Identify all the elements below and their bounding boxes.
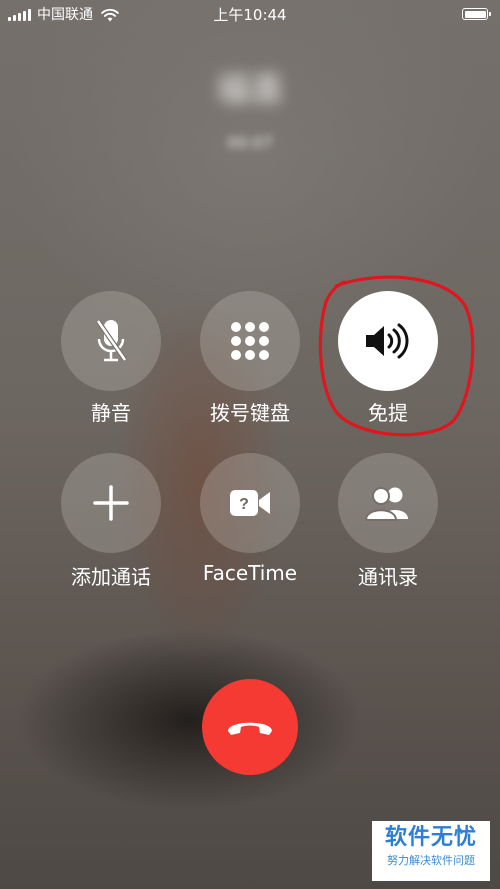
call-duration: 00:07 (226, 133, 274, 152)
watermark-title: 软件无忧 (384, 825, 477, 850)
keypad-button[interactable] (200, 291, 300, 391)
phone-hangup-icon (228, 722, 272, 735)
keypad-label: 拨号键盘 (210, 401, 290, 425)
status-time: 上午10:44 (213, 6, 287, 24)
svg-text:?: ? (239, 496, 249, 513)
speaker-button[interactable] (338, 291, 438, 391)
keypad-icon (231, 322, 269, 360)
facetime-label: FaceTime (202, 561, 298, 585)
battery-fill (464, 10, 486, 18)
watermark-logo: 软件无忧 努力解决软件问题 (372, 821, 490, 881)
watermark-subtitle: 努力解决软件问题 (387, 854, 475, 867)
mute-label: 静音 (91, 401, 131, 425)
caller-name: 福喜 (216, 70, 284, 110)
plus-icon (93, 485, 129, 521)
contacts-button[interactable] (338, 453, 438, 553)
contacts-label: 通讯录 (358, 565, 418, 589)
facetime-button[interactable]: ? (200, 453, 300, 553)
facetime-icon: ? (230, 490, 270, 516)
speaker-label: 免提 (368, 401, 408, 425)
contacts-icon (364, 487, 408, 521)
battery-icon (462, 8, 491, 20)
status-bar: 中国联通 上午10:44 (0, 0, 500, 30)
mic-off-icon (95, 319, 128, 362)
mute-button[interactable] (61, 291, 161, 391)
add-call-label: 添加通话 (71, 565, 151, 589)
speaker-icon (366, 323, 409, 359)
end-call-button[interactable] (202, 679, 298, 775)
add-call-button[interactable] (61, 453, 161, 553)
